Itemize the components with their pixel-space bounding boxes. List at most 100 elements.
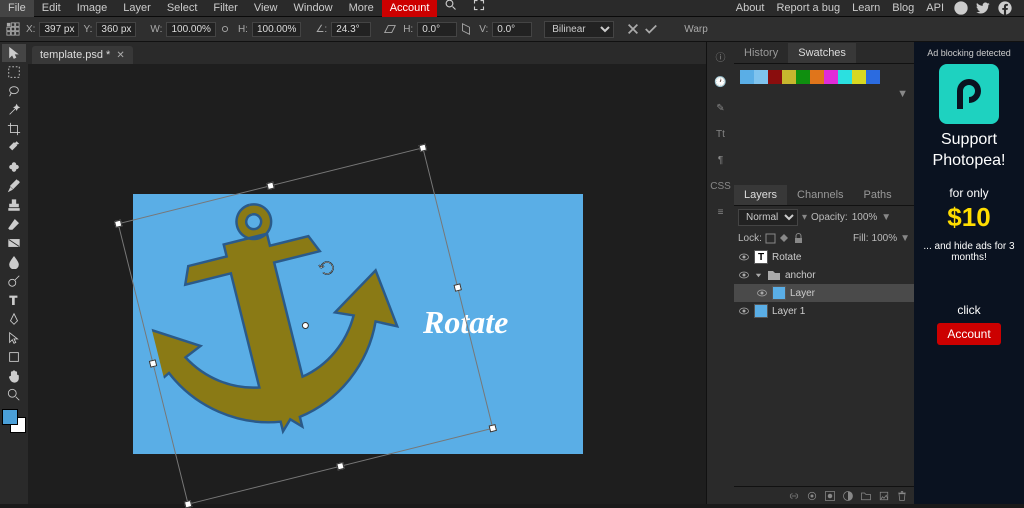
y-input[interactable]: 360 px: [96, 22, 136, 37]
visibility-icon[interactable]: [738, 305, 750, 317]
link-learn[interactable]: Learn: [846, 2, 886, 14]
link-report-a-bug[interactable]: Report a bug: [770, 2, 846, 14]
tab-channels[interactable]: Channels: [787, 185, 853, 205]
menu-layer[interactable]: Layer: [115, 0, 159, 17]
tab-history[interactable]: History: [734, 43, 788, 63]
quickpanel-5[interactable]: CSS: [711, 176, 731, 196]
menu-more[interactable]: More: [341, 0, 382, 17]
hand-tool[interactable]: [2, 367, 26, 385]
swatch[interactable]: [796, 70, 810, 84]
lasso-tool[interactable]: [2, 82, 26, 100]
folder-arrow-icon[interactable]: [754, 271, 763, 280]
gradient-tool[interactable]: [2, 234, 26, 252]
handle-tl[interactable]: [114, 220, 122, 228]
twitter-icon[interactable]: [975, 0, 991, 16]
color-picker[interactable]: [2, 409, 26, 433]
swatch[interactable]: [754, 70, 768, 84]
swatch[interactable]: [768, 70, 782, 84]
h-input[interactable]: 100.00%: [252, 22, 301, 37]
new-folder-icon[interactable]: [860, 490, 872, 502]
lock-pixels-icon[interactable]: [765, 233, 776, 244]
menu-view[interactable]: View: [246, 0, 286, 17]
layer-row[interactable]: TRotate: [734, 248, 914, 266]
link-about[interactable]: About: [730, 2, 771, 14]
quickpanel-6[interactable]: ≡: [711, 202, 731, 222]
menu-edit[interactable]: Edit: [34, 0, 69, 17]
swatch[interactable]: [824, 70, 838, 84]
delete-layer-icon[interactable]: [896, 490, 908, 502]
reddit-icon[interactable]: [953, 0, 969, 16]
fg-color[interactable]: [2, 409, 18, 425]
quickpanel-3[interactable]: Tt: [711, 124, 731, 144]
quickpanel-4[interactable]: ¶: [711, 150, 731, 170]
adjustment-layer-icon[interactable]: [842, 490, 854, 502]
close-icon[interactable]: ✕: [116, 50, 124, 61]
w-input[interactable]: 100.00%: [166, 22, 215, 37]
menu-account[interactable]: Account: [382, 0, 438, 17]
visibility-icon[interactable]: [738, 269, 750, 281]
link-icon[interactable]: [218, 22, 232, 36]
blur-tool[interactable]: [2, 253, 26, 271]
layer-name[interactable]: anchor: [785, 270, 816, 281]
tab-paths[interactable]: Paths: [854, 185, 902, 205]
menu-window[interactable]: Window: [286, 0, 341, 17]
lock-position-icon[interactable]: [779, 233, 790, 244]
layer-row[interactable]: Layer: [734, 284, 914, 302]
visibility-icon[interactable]: [756, 287, 768, 299]
lock-all-icon[interactable]: [793, 233, 804, 244]
document-tab[interactable]: template.psd *✕: [32, 46, 133, 64]
facebook-icon[interactable]: [997, 0, 1013, 16]
skew-h-input[interactable]: 0.0°: [417, 22, 457, 37]
eyedropper-tool[interactable]: [2, 139, 26, 157]
quickpanel-2[interactable]: ✎: [711, 98, 731, 118]
eraser-tool[interactable]: [2, 215, 26, 233]
brush-tool[interactable]: [2, 177, 26, 195]
layer-name[interactable]: Layer: [790, 288, 815, 299]
dodge-tool[interactable]: [2, 272, 26, 290]
layer-row[interactable]: Layer 1: [734, 302, 914, 320]
swatch[interactable]: [782, 70, 796, 84]
visibility-icon[interactable]: [738, 251, 750, 263]
layer-name[interactable]: Layer 1: [772, 306, 805, 317]
swatch-more-icon[interactable]: ▼: [740, 88, 908, 100]
path-select-tool[interactable]: [2, 329, 26, 347]
layer-mask-icon[interactable]: [824, 490, 836, 502]
link-layers-icon[interactable]: [788, 490, 800, 502]
swatch[interactable]: [740, 70, 754, 84]
search-icon[interactable]: [437, 0, 465, 17]
tab-layers[interactable]: Layers: [734, 185, 787, 205]
confirm-icon[interactable]: [644, 22, 658, 36]
menu-image[interactable]: Image: [69, 0, 116, 17]
transform-anchor-icon[interactable]: [6, 22, 20, 36]
quickpanel-0[interactable]: ⓘ: [711, 46, 731, 66]
cancel-icon[interactable]: [626, 22, 640, 36]
quickpanel-1[interactable]: 🕐: [711, 72, 731, 92]
layer-fx-icon[interactable]: [806, 490, 818, 502]
handle-tr[interactable]: [419, 144, 427, 152]
warp-button[interactable]: Warp: [684, 24, 708, 35]
skew-v-input[interactable]: 0.0°: [492, 22, 532, 37]
link-blog[interactable]: Blog: [886, 2, 920, 14]
blend-mode-select[interactable]: Normal: [738, 209, 798, 226]
interpolation-select[interactable]: Bilinear: [544, 21, 614, 38]
angle-input[interactable]: 24.3°: [331, 22, 371, 37]
type-tool[interactable]: T: [2, 291, 26, 309]
x-input[interactable]: 397 px: [39, 22, 79, 37]
menu-select[interactable]: Select: [159, 0, 206, 17]
fullscreen-icon[interactable]: [465, 0, 493, 17]
menu-filter[interactable]: Filter: [205, 0, 245, 17]
marquee-tool[interactable]: [2, 63, 26, 81]
ad-account-button[interactable]: Account: [937, 323, 1000, 345]
swatch[interactable]: [810, 70, 824, 84]
heal-tool[interactable]: [2, 158, 26, 176]
canvas[interactable]: Rotate: [133, 194, 583, 454]
tab-swatches[interactable]: Swatches: [788, 43, 856, 63]
link-api[interactable]: API: [920, 2, 950, 14]
swatch[interactable]: [838, 70, 852, 84]
shape-tool[interactable]: [2, 348, 26, 366]
handle-bm[interactable]: [336, 462, 344, 470]
zoom-tool[interactable]: [2, 386, 26, 404]
new-layer-icon[interactable]: [878, 490, 890, 502]
layer-row[interactable]: anchor: [734, 266, 914, 284]
fill-value[interactable]: 100%: [872, 233, 898, 244]
